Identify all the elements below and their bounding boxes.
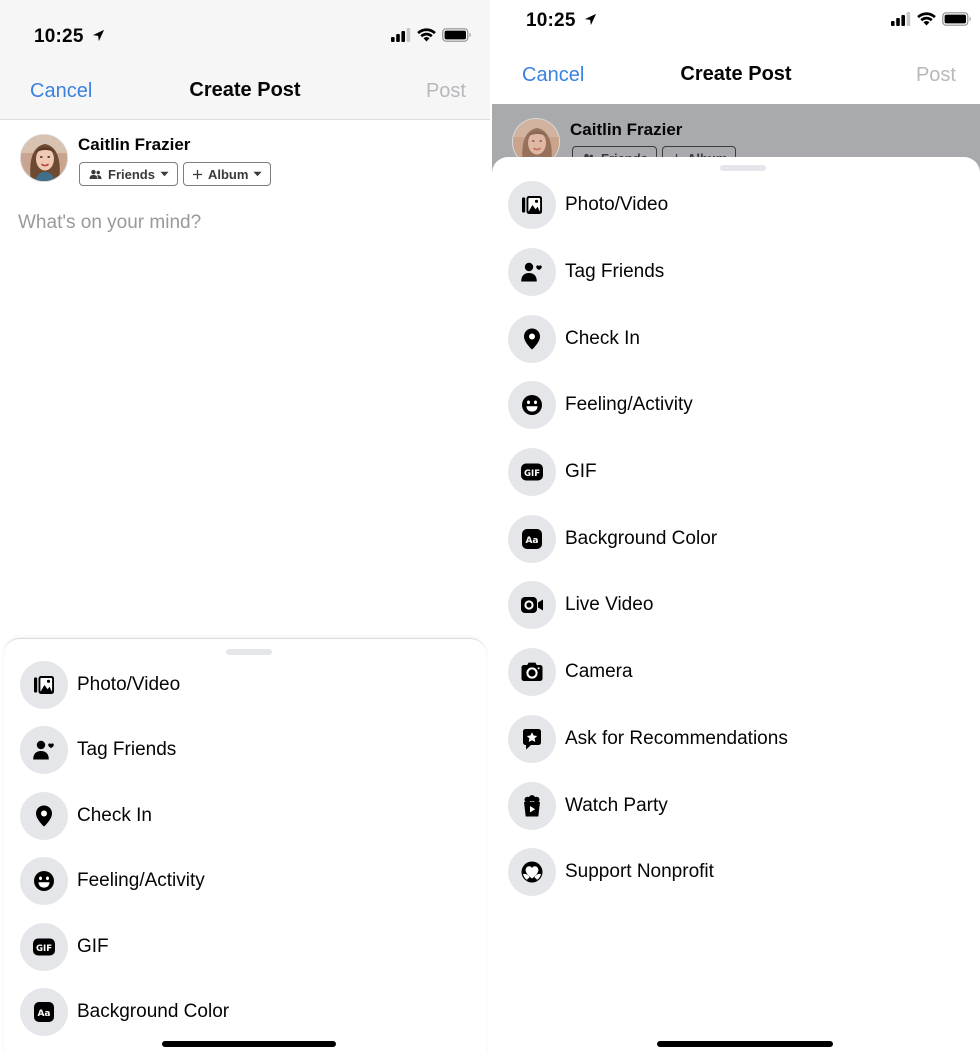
- plus-icon: [192, 169, 203, 180]
- option-camera[interactable]: Camera: [492, 639, 980, 706]
- audience-selector[interactable]: Friends: [79, 162, 178, 186]
- option-label: Support Nonprofit: [565, 861, 714, 883]
- post-text-input[interactable]: What's on your mind?: [18, 212, 201, 234]
- location-pin-icon: [20, 791, 68, 840]
- post-options-list: Photo/Video Tag Friends Check In Feeling…: [4, 652, 486, 1045]
- caret-down-icon: [253, 171, 262, 177]
- option-background-color[interactable]: Background Color: [492, 505, 980, 572]
- text-background-icon: [508, 514, 556, 563]
- option-label: Live Video: [565, 594, 654, 616]
- create-post-screen-expanded: 10:25 Cancel Create Post Post Caitlin Fr…: [492, 0, 980, 1053]
- text-background-icon: [20, 988, 68, 1037]
- status-icons: [891, 12, 972, 26]
- option-label: Watch Party: [565, 794, 668, 816]
- location-arrow-icon: [92, 29, 105, 42]
- option-label: Feeling/Activity: [565, 394, 693, 416]
- option-label: Background Color: [77, 1001, 230, 1023]
- option-label: Photo/Video: [77, 673, 181, 695]
- signal-icon: [391, 28, 411, 42]
- status-time: 10:25: [34, 26, 105, 48]
- user-name: Caitlin Frazier: [570, 120, 683, 139]
- option-ask-for-recommendations[interactable]: Ask for Recommendations: [492, 706, 980, 773]
- audience-chips: Friends Album: [79, 162, 272, 186]
- option-gif[interactable]: GIF: [4, 914, 486, 980]
- option-label: Ask for Recommendations: [565, 727, 788, 749]
- option-photo-video[interactable]: Photo/Video: [4, 652, 486, 718]
- photo-icon: [508, 181, 556, 230]
- tag-friends-icon: [508, 248, 556, 297]
- option-check-in[interactable]: Check In: [4, 783, 486, 849]
- status-time-text: 10:25: [526, 10, 576, 31]
- option-background-color[interactable]: Background Color: [4, 980, 486, 1046]
- option-photo-video[interactable]: Photo/Video: [492, 172, 980, 239]
- smiley-icon: [508, 381, 556, 430]
- battery-icon: [442, 28, 472, 42]
- home-indicator[interactable]: [657, 1041, 833, 1047]
- post-options-list: Photo/Video Tag Friends Check In Feeling…: [492, 172, 980, 906]
- battery-icon: [942, 12, 972, 26]
- status-time-text: 10:25: [34, 26, 84, 47]
- option-label: Tag Friends: [77, 739, 177, 761]
- avatar[interactable]: [20, 134, 68, 182]
- option-label: GIF: [77, 935, 109, 957]
- wifi-icon: [917, 12, 936, 26]
- option-watch-party[interactable]: Watch Party: [492, 772, 980, 839]
- tag-friends-icon: [20, 726, 68, 775]
- option-tag-friends[interactable]: Tag Friends: [492, 239, 980, 306]
- location-arrow-icon: [584, 13, 597, 26]
- wifi-icon: [417, 28, 436, 42]
- option-live-video[interactable]: Live Video: [492, 572, 980, 639]
- option-feeling-activity[interactable]: Feeling/Activity: [492, 372, 980, 439]
- smiley-icon: [20, 857, 68, 906]
- status-time: 10:25: [526, 10, 597, 32]
- album-label: Album: [207, 166, 249, 182]
- post-button[interactable]: Post: [426, 80, 466, 103]
- option-label: Camera: [565, 661, 633, 683]
- recommendation-icon: [508, 714, 556, 763]
- gif-icon: [508, 448, 556, 497]
- caret-down-icon: [160, 171, 169, 177]
- option-label: Background Color: [565, 527, 718, 549]
- option-label: Check In: [77, 804, 152, 826]
- sheet-grabber[interactable]: [720, 165, 766, 171]
- post-button[interactable]: Post: [916, 64, 956, 87]
- friends-icon: [88, 168, 103, 181]
- nav-bar: Cancel Create Post Post: [0, 62, 490, 120]
- page-title: Create Post: [189, 79, 301, 101]
- audience-label: Friends: [108, 166, 155, 182]
- option-label: GIF: [565, 461, 597, 483]
- location-pin-icon: [508, 314, 556, 363]
- post-options-sheet: Photo/Video Tag Friends Check In Feeling…: [4, 638, 486, 1053]
- post-options-sheet-expanded: Photo/Video Tag Friends Check In Feeling…: [492, 157, 980, 1053]
- option-gif[interactable]: GIF: [492, 439, 980, 506]
- nonprofit-heart-icon: [508, 848, 556, 897]
- home-indicator[interactable]: [162, 1041, 336, 1047]
- nav-bar: Cancel Create Post Post: [492, 46, 980, 104]
- album-selector[interactable]: Album: [182, 162, 272, 186]
- option-support-nonprofit[interactable]: Support Nonprofit: [492, 839, 980, 906]
- option-label: Feeling/Activity: [77, 870, 205, 892]
- signal-icon: [891, 12, 911, 26]
- status-bar: 10:25: [0, 0, 490, 62]
- live-video-icon: [508, 581, 556, 630]
- gif-icon: [20, 922, 68, 971]
- option-label: Photo/Video: [565, 194, 669, 216]
- option-label: Tag Friends: [565, 261, 665, 283]
- create-post-screen-collapsed: 10:25 Cancel Create Post Post Caitlin Fr…: [0, 0, 490, 1053]
- photo-icon: [20, 660, 68, 709]
- watch-party-icon: [508, 781, 556, 830]
- option-feeling-activity[interactable]: Feeling/Activity: [4, 849, 486, 915]
- option-label: Check In: [565, 327, 640, 349]
- option-tag-friends[interactable]: Tag Friends: [4, 718, 486, 784]
- status-icons: [391, 28, 472, 42]
- user-name: Caitlin Frazier: [78, 135, 191, 154]
- page-title: Create Post: [680, 63, 792, 85]
- option-check-in[interactable]: Check In: [492, 305, 980, 372]
- camera-icon: [508, 648, 556, 697]
